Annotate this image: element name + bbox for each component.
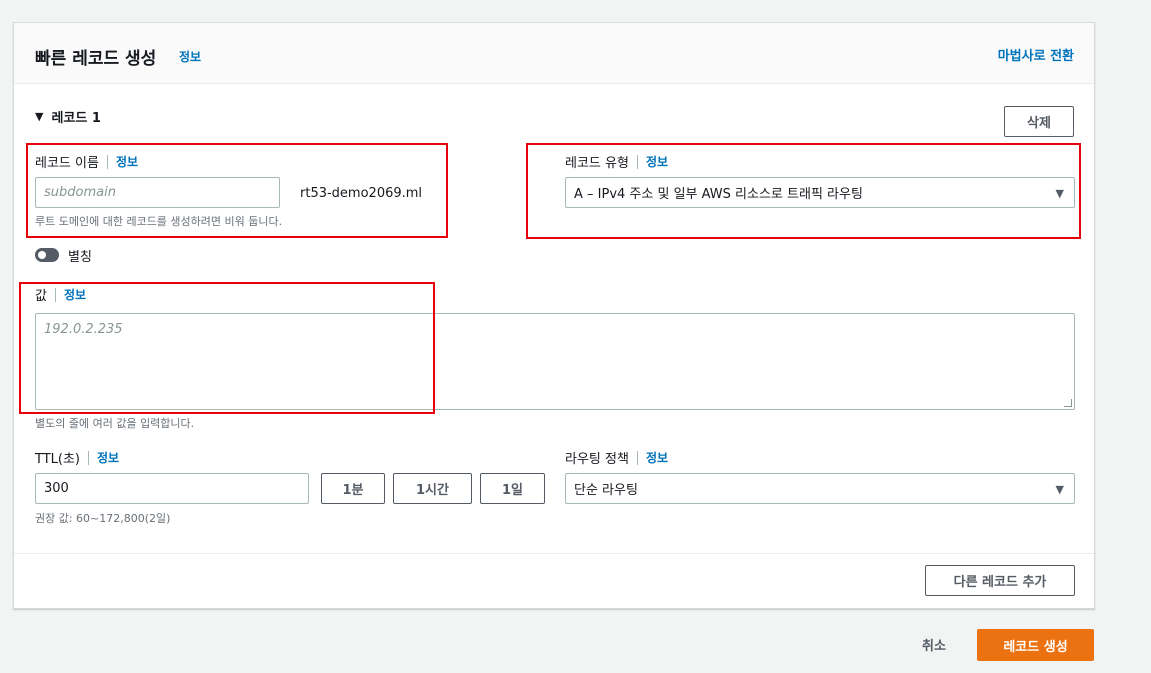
page-title: 빠른 레코드 생성	[35, 49, 157, 69]
highlight-value	[19, 282, 435, 414]
divider	[636, 450, 638, 465]
ttl-label-row: TTL(초) 정보	[35, 448, 119, 467]
routing-info-link[interactable]: 정보	[646, 449, 668, 466]
routing-policy-select[interactable]: 단순 라우팅 ▼	[565, 473, 1075, 504]
ttl-info-link[interactable]: 정보	[97, 449, 119, 466]
ttl-label: TTL(초)	[35, 452, 80, 467]
title-info-link[interactable]: 정보	[179, 48, 201, 65]
highlight-record-name	[26, 143, 448, 238]
dropdown-arrow-icon: ▼	[1055, 483, 1064, 496]
routing-policy-label: 라우팅 정책	[565, 452, 629, 467]
resize-handle-icon[interactable]	[1064, 399, 1072, 407]
delete-button[interactable]: 삭제	[1004, 106, 1074, 137]
ttl-1-day-button[interactable]: 1일	[480, 473, 545, 504]
alias-toggle[interactable]	[35, 248, 59, 262]
routing-label-row: 라우팅 정책 정보	[565, 448, 668, 467]
caret-down-icon: ▼	[35, 110, 44, 123]
highlight-record-type	[526, 143, 1081, 239]
cancel-button[interactable]: 취소	[905, 629, 963, 660]
value-help: 별도의 줄에 여러 값을 입력합니다.	[35, 417, 195, 430]
routing-policy-value: 단순 라우팅	[574, 483, 638, 498]
record-section-title: 레코드 1	[51, 111, 101, 126]
switch-to-wizard-link[interactable]: 마법사로 전환	[998, 45, 1074, 64]
record-1-expander[interactable]: ▼ 레코드 1	[35, 107, 101, 126]
toggle-knob	[38, 251, 46, 259]
create-records-button[interactable]: 레코드 생성	[977, 629, 1094, 661]
alias-label: 별칭	[68, 250, 92, 265]
ttl-input[interactable]: 300	[35, 473, 309, 504]
ttl-1-minute-button[interactable]: 1분	[321, 473, 385, 504]
divider	[88, 450, 89, 465]
add-another-record-button[interactable]: 다른 레코드 추가	[925, 565, 1075, 596]
ttl-1-hour-button[interactable]: 1시간	[393, 473, 472, 504]
panel-header: 빠른 레코드 생성 정보 마법사로 전환	[14, 23, 1094, 84]
ttl-help: 권장 값: 60~172,800(2일)	[35, 512, 171, 525]
